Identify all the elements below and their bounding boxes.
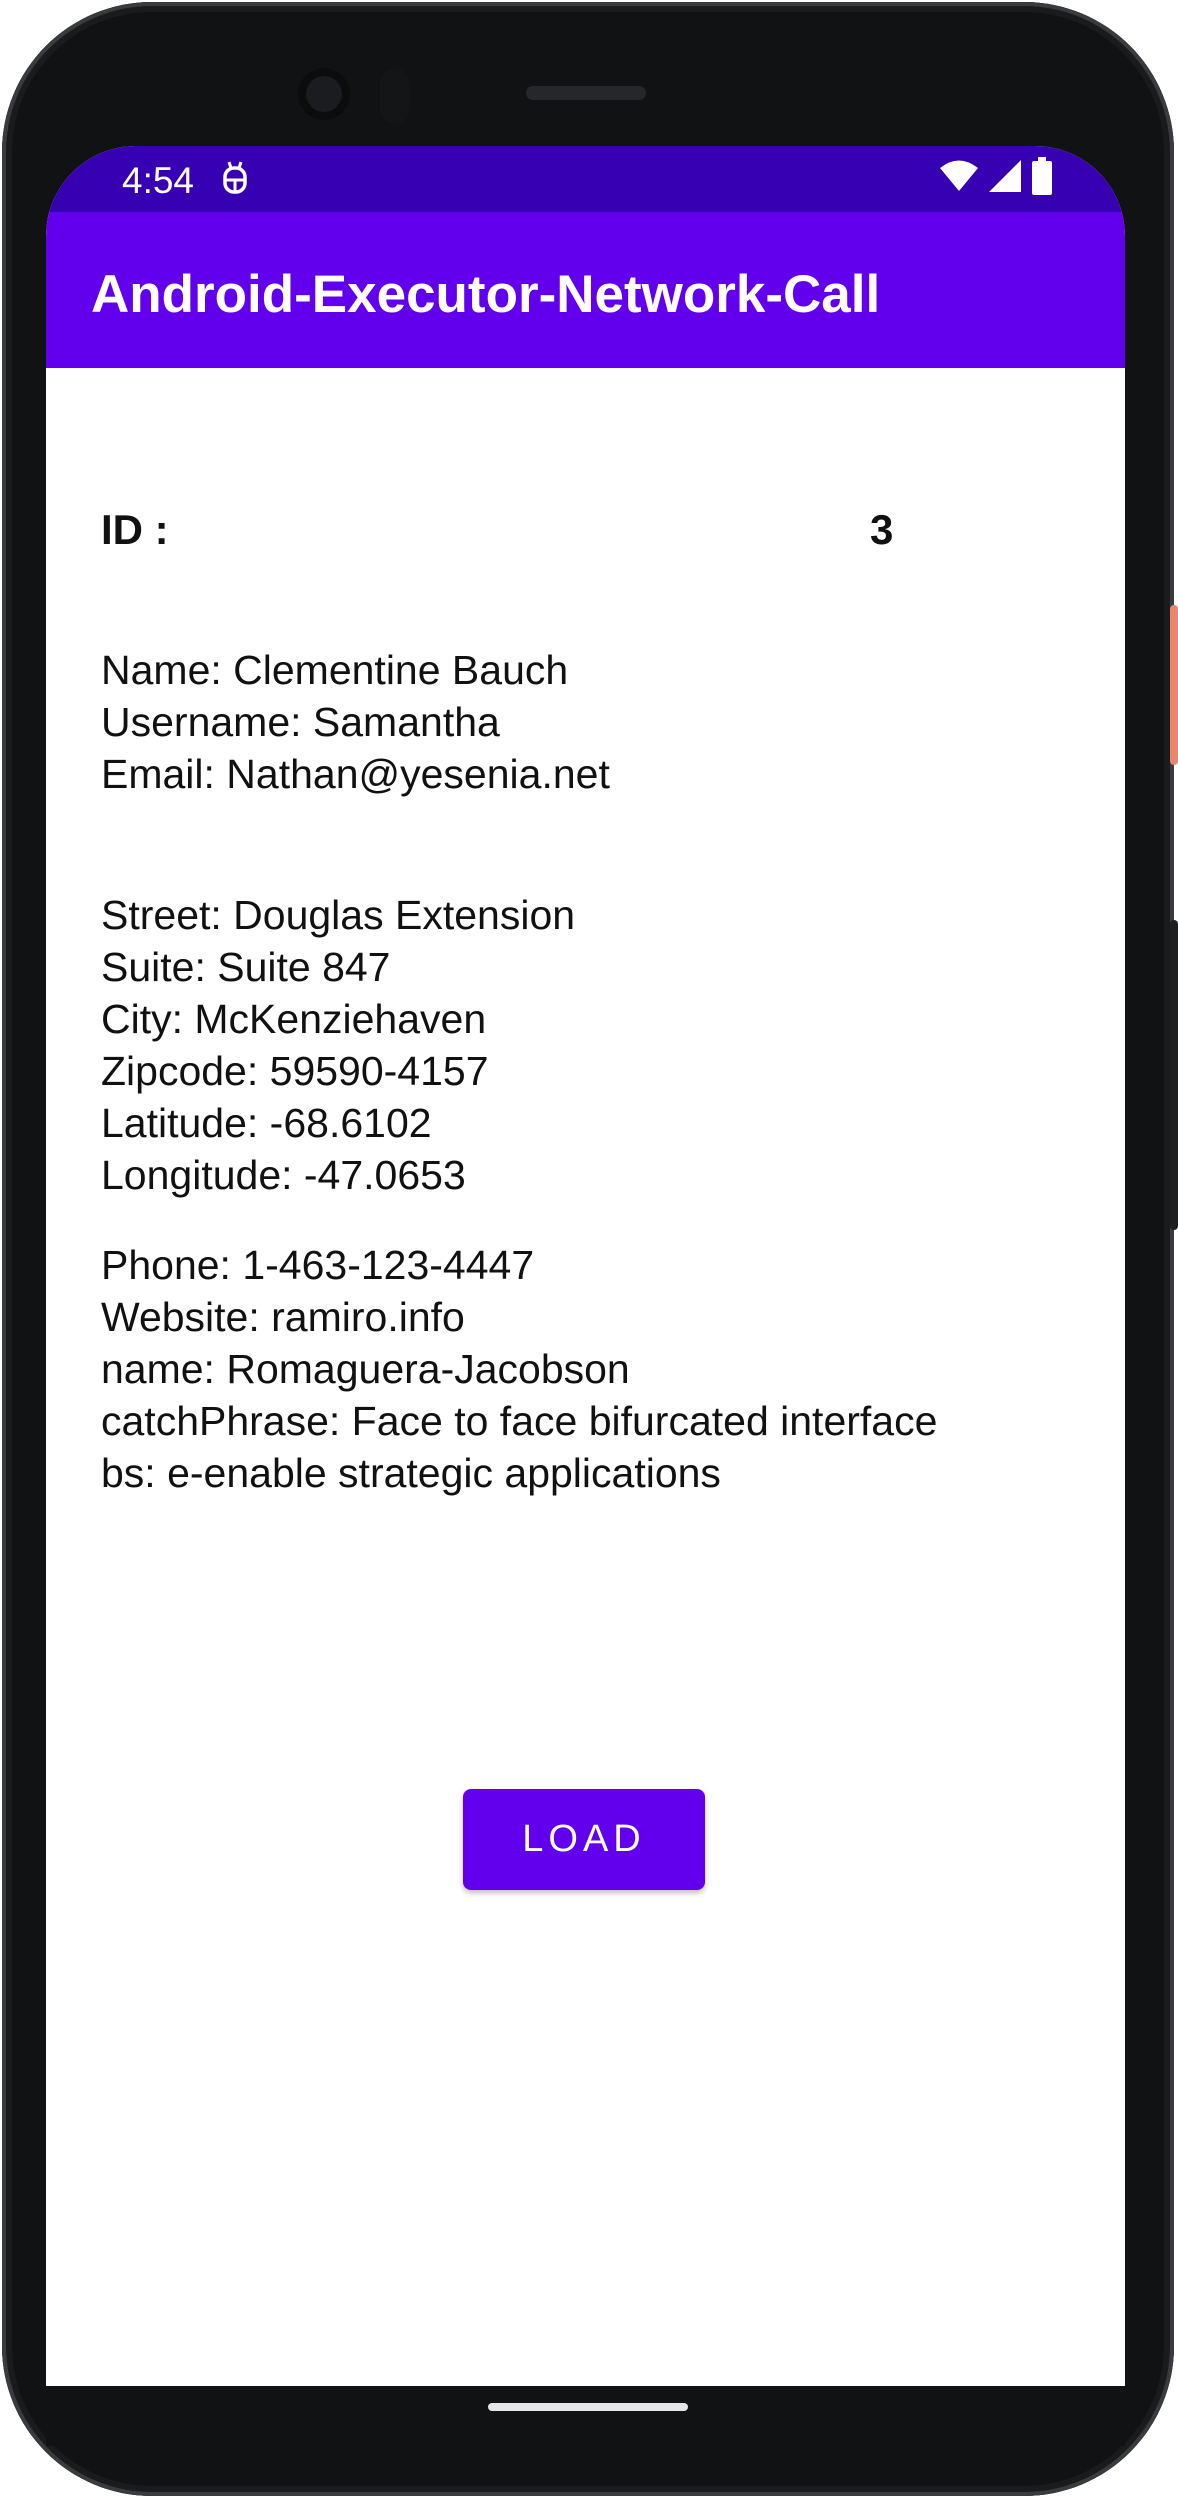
- address-latitude: Latitude: -68.6102: [101, 1100, 432, 1146]
- address-street: Street: Douglas Extension: [101, 892, 576, 938]
- status-bar: 4:54: [46, 146, 1125, 212]
- proximity-sensor: [380, 68, 410, 124]
- status-icons: [939, 156, 1053, 200]
- power-button: [1170, 605, 1178, 765]
- app-title: Android-Executor-Network-Call: [91, 265, 881, 324]
- company-info: Phone: 1-463-123-4447 Website: ramiro.in…: [101, 1239, 937, 1499]
- gesture-nav-area: [46, 2386, 1125, 2446]
- user-email: Email: Nathan@yesenia.net: [101, 751, 610, 797]
- user-info: Name: Clementine Bauch Username: Samanth…: [101, 644, 610, 800]
- id-label: ID :: [101, 506, 169, 553]
- user-name: Name: Clementine Bauch: [101, 647, 569, 693]
- app-screen: 4:54 Android-Executor-Network-Call ID: …: [46, 146, 1125, 2386]
- address-info: Street: Douglas Extension Suite: Suite 8…: [101, 889, 575, 1201]
- address-city: City: McKenziehaven: [101, 996, 487, 1042]
- company-website: Website: ramiro.info: [101, 1294, 465, 1340]
- company-phone: Phone: 1-463-123-4447: [101, 1242, 535, 1288]
- android-debug-icon: [218, 160, 252, 198]
- company-catchphrase: catchPhrase: Face to face bifurcated int…: [101, 1398, 938, 1444]
- address-suite: Suite: Suite 847: [101, 944, 391, 990]
- load-button[interactable]: LOAD: [463, 1789, 705, 1890]
- signal-icon: [987, 158, 1023, 199]
- phone-device: 4:54 Android-Executor-Network-Call ID: …: [0, 0, 1178, 2498]
- battery-icon: [1031, 156, 1053, 200]
- address-zipcode: Zipcode: 59590-4157: [101, 1048, 489, 1094]
- company-name: name: Romaguera-Jacobson: [101, 1346, 630, 1392]
- user-username: Username: Samantha: [101, 699, 500, 745]
- address-longitude: Longitude: -47.0653: [101, 1152, 466, 1198]
- home-indicator[interactable]: [488, 2403, 688, 2411]
- earpiece-speaker: [526, 86, 646, 100]
- wifi-icon: [939, 159, 979, 198]
- status-time: 4:54: [122, 160, 195, 201]
- front-camera: [298, 68, 350, 120]
- id-value: 3: [870, 506, 894, 553]
- company-bs: bs: e-enable strategic applications: [101, 1450, 721, 1496]
- app-toolbar: Android-Executor-Network-Call: [46, 212, 1125, 368]
- volume-button: [1170, 920, 1178, 1230]
